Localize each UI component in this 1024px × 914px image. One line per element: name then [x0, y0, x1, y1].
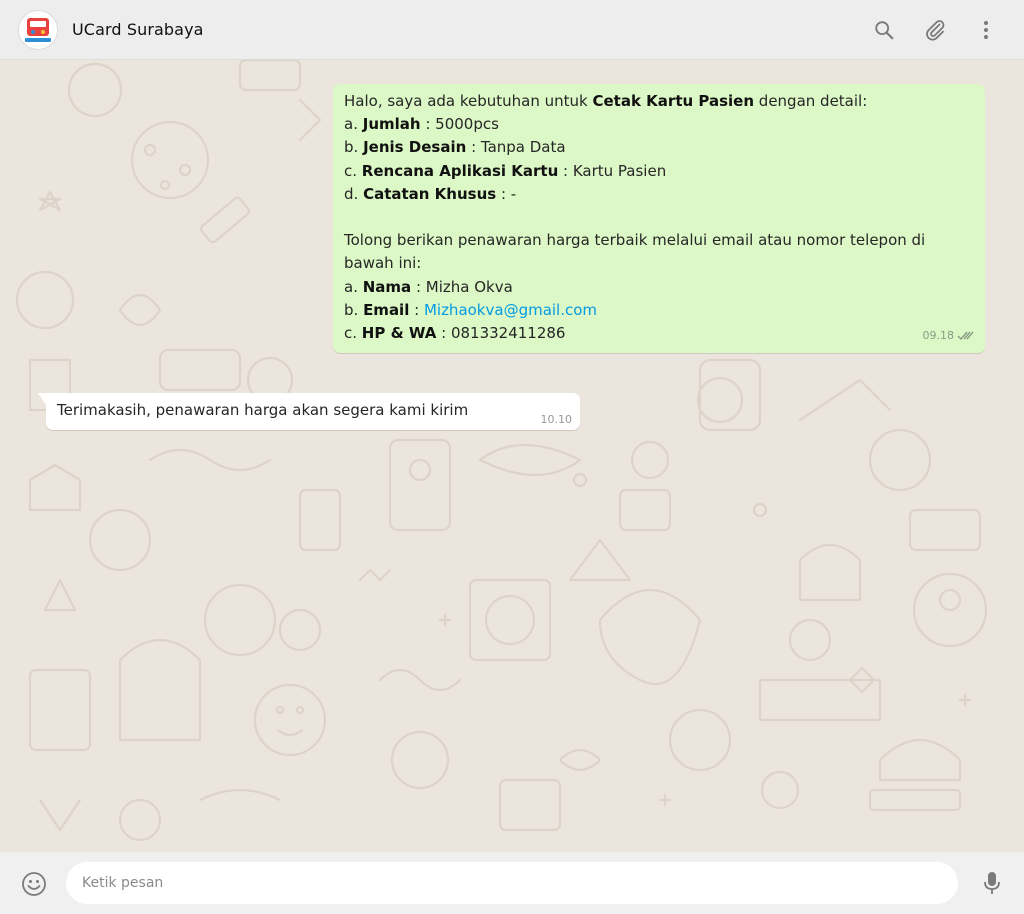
emoji-icon — [22, 872, 46, 896]
contact-avatar[interactable] — [18, 10, 58, 50]
message-text: dengan detail: — [754, 92, 868, 110]
item-label: HP & WA — [361, 323, 437, 342]
message-text: Terimakasih, penawaran harga akan segera… — [57, 401, 469, 419]
message-input[interactable] — [66, 862, 958, 904]
menu-button[interactable] — [972, 16, 1000, 44]
search-icon — [875, 21, 894, 40]
search-button[interactable] — [870, 16, 898, 44]
item-label: Jenis Desain — [363, 138, 467, 157]
detail-item: d. Catatan Khusus : - — [344, 183, 945, 206]
item-label: Nama — [362, 277, 412, 296]
item-value: : Kartu Pasien — [558, 161, 667, 180]
message-outgoing[interactable]: Halo, saya ada kebutuhan untuk Cetak Kar… — [333, 84, 985, 353]
message-bold-text: Cetak Kartu Pasien — [592, 92, 755, 110]
item-value: : 5000pcs — [420, 115, 499, 134]
contact-name: UCard Surabaya — [72, 20, 204, 39]
message-line: Tolong berikan penawaran harga terbaik m… — [344, 231, 926, 250]
detail-item: a. Jumlah : 5000pcs — [344, 113, 945, 136]
chat-area[interactable]: Halo, saya ada kebutuhan untuk Cetak Kar… — [0, 60, 1024, 852]
bubble-tail — [38, 393, 46, 405]
detail-item: c. Rencana Aplikasi Kartu : Kartu Pasien — [344, 160, 945, 183]
message-text: Halo, saya ada kebutuhan untuk — [344, 92, 593, 110]
message-line: Halo, saya ada kebutuhan untuk Cetak Kar… — [344, 90, 945, 113]
item-label: Jumlah — [362, 115, 421, 134]
item-prefix: a. — [344, 277, 363, 296]
item-prefix: b. — [344, 138, 364, 157]
item-label: Rencana Aplikasi Kartu — [361, 161, 559, 180]
message-time: 10.10 — [540, 413, 573, 426]
ucard-logo-icon — [25, 18, 51, 42]
message-incoming[interactable]: Terimakasih, penawaran harga akan segera… — [38, 393, 580, 430]
item-value: : - — [496, 184, 517, 203]
item-value: : Tanpa Data — [466, 138, 566, 157]
message-line: bawah ini: — [344, 254, 422, 273]
microphone-icon — [984, 872, 1000, 894]
item-prefix: a. — [344, 115, 363, 134]
contact-item: b. Email : Mizhaokva@gmail.com — [344, 299, 945, 322]
message-meta: 09.18 — [923, 324, 976, 347]
item-prefix: c. — [344, 323, 362, 342]
double-check-icon — [957, 331, 974, 340]
item-label: Catatan Khusus — [363, 184, 497, 203]
emoji-button[interactable] — [20, 870, 48, 898]
paperclip-icon — [926, 20, 945, 41]
phone-value: : 081332411286 — [436, 323, 566, 342]
contact-item: a. Nama : Mizha Okva — [344, 276, 945, 299]
chat-header: UCard Surabaya — [0, 0, 1024, 60]
detail-item: b. Jenis Desain : Tanpa Data — [344, 136, 945, 159]
kebab-menu-icon — [984, 21, 988, 39]
message-time: 09.18 — [922, 328, 955, 342]
item-value: : Mizha Okva — [411, 277, 513, 296]
item-label: Email — [363, 300, 410, 319]
microphone-button[interactable] — [978, 869, 1006, 897]
attach-button[interactable] — [921, 16, 949, 44]
contact-item: c. HP & WA : 081332411286 — [344, 322, 945, 345]
email-link[interactable]: Mizhaokva@gmail.com — [424, 301, 597, 319]
item-prefix: d. — [344, 184, 364, 203]
item-prefix: b. — [344, 300, 364, 319]
item-separator: : — [409, 300, 424, 319]
item-prefix: c. — [344, 161, 362, 180]
compose-bar — [0, 852, 1024, 914]
